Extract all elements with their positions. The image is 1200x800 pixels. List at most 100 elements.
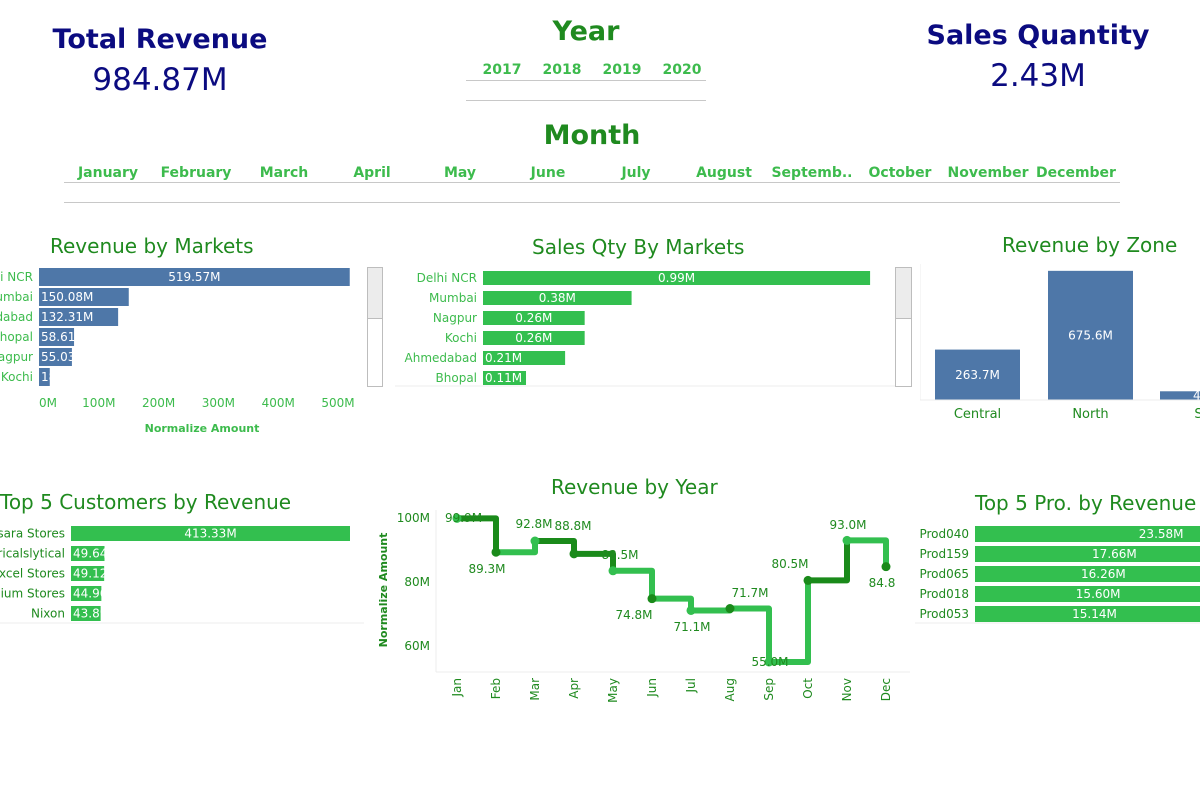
qty-markets-scrollbar[interactable] bbox=[895, 267, 912, 387]
top-customers-chart: sara Stores 413.33M ricalslytical 49.64 Exce… bbox=[0, 526, 364, 624]
revenue-markets-category-label: dabad bbox=[0, 310, 33, 324]
month-filter-october[interactable]: October bbox=[856, 165, 944, 181]
revenue-markets-data-label: 132.31M bbox=[41, 310, 93, 324]
top-customers-category-label: sara Stores bbox=[0, 527, 65, 541]
top-products-category-label: Prod159 bbox=[919, 547, 969, 561]
top-products-category-label: Prod018 bbox=[919, 587, 969, 601]
revenue-year-data-label: 84.8 bbox=[869, 576, 896, 590]
month-filter-february[interactable]: February bbox=[152, 165, 240, 181]
revenue-year-step-segment bbox=[847, 537, 889, 567]
revenue-markets-data-label: 519.57M bbox=[168, 270, 220, 284]
year-filter-bottom-line bbox=[466, 100, 706, 101]
top-customers-data-label: 43.89 bbox=[73, 607, 107, 621]
month-filter-march[interactable]: March bbox=[240, 165, 328, 181]
qty-markets-scroll-thumb[interactable] bbox=[896, 268, 911, 319]
qty-markets-data-label: 0.38M bbox=[539, 291, 576, 305]
top-products-data-label: 15.14M bbox=[1072, 607, 1117, 621]
revenue-year-y-tick-label: 100M bbox=[397, 511, 430, 525]
revenue-year-x-tick-label: Apr bbox=[567, 678, 581, 699]
top-customers-category-label: Nixon bbox=[31, 607, 65, 621]
year-filter-2020[interactable]: 2020 bbox=[652, 62, 712, 78]
top-customers-title: Top 5 Customers by Revenue bbox=[0, 490, 292, 514]
revenue-markets-data-label: 58.61M bbox=[41, 330, 86, 344]
revenue-year-y-tick-label: 60M bbox=[404, 639, 430, 653]
revenue-zone-category-label: Central bbox=[954, 407, 1001, 422]
top-products-category-label: Prod040 bbox=[919, 527, 969, 541]
top-customers-data-label: 49.64 bbox=[73, 547, 107, 561]
qty-markets-category-label: Bhopal bbox=[436, 371, 477, 385]
revenue-year-point bbox=[647, 594, 657, 604]
revenue-year-y-axis-label: Normalize Amount bbox=[377, 533, 390, 648]
revenue-year-data-label: 83.5M bbox=[601, 548, 638, 562]
year-filter-2018[interactable]: 2018 bbox=[532, 62, 592, 78]
total-revenue-value: 984.87M bbox=[92, 62, 228, 98]
year-filter: 2017 2018 2019 2020 bbox=[472, 62, 712, 78]
revenue-year-point bbox=[491, 547, 501, 557]
revenue-year-x-tick-label: Sep bbox=[762, 678, 776, 701]
revenue-year-x-tick-label: Jun bbox=[645, 678, 659, 698]
revenue-markets-category-label: umbai bbox=[0, 290, 33, 304]
revenue-year-data-label: 71.7M bbox=[731, 586, 768, 600]
qty-markets-data-label: 0.26M bbox=[515, 311, 552, 325]
revenue-markets-x-axis-label: Normalize Amount bbox=[145, 422, 260, 435]
revenue-year-data-label: 55.0M bbox=[751, 655, 788, 669]
qty-markets-category-label: Delhi NCR bbox=[417, 271, 477, 285]
revenue-year-point bbox=[725, 604, 735, 614]
revenue-year-y-tick-label: 80M bbox=[404, 575, 430, 589]
year-filter-2019[interactable]: 2019 bbox=[592, 62, 652, 78]
revenue-year-data-label: 99.9M bbox=[445, 511, 482, 525]
top-customers-category-label: nium Stores bbox=[0, 587, 65, 601]
revenue-zone-category-label: So bbox=[1194, 407, 1200, 422]
revenue-year-step-segment bbox=[535, 538, 577, 554]
top-products-data-label: 15.60M bbox=[1076, 587, 1121, 601]
top-products-data-label: 16.26M bbox=[1081, 567, 1126, 581]
revenue-year-chart: 100M 80M 60M Normalize Amount 99.9M 89.3M 92.8… bbox=[377, 510, 910, 703]
top-customers-category-label: ricalslytical bbox=[0, 547, 65, 561]
qty-markets-category-label: Kochi bbox=[445, 331, 477, 345]
revenue-markets-data-label: 55.03M bbox=[41, 350, 86, 364]
top-products-bar bbox=[975, 546, 1200, 562]
revenue-markets-x-tick-label: 400M bbox=[262, 396, 295, 410]
revenue-year-x-tick-label: Dec bbox=[879, 678, 893, 701]
month-filter-april[interactable]: April bbox=[328, 165, 416, 181]
year-filter-2017[interactable]: 2017 bbox=[472, 62, 532, 78]
revenue-markets-x-tick-label: 500M bbox=[321, 396, 354, 410]
month-filter-december[interactable]: December bbox=[1032, 165, 1120, 181]
qty-markets-chart: Delhi NCR 0.99M Mumbai 0.38M Nagpur 0.26M Koch… bbox=[395, 271, 895, 387]
revenue-zone-data-label: 263.7M bbox=[955, 368, 1000, 382]
month-filter-july[interactable]: July bbox=[592, 165, 680, 181]
revenue-year-point bbox=[686, 605, 696, 615]
qty-markets-data-label: 0.26M bbox=[515, 331, 552, 345]
revenue-year-point bbox=[842, 535, 852, 545]
total-revenue-title: Total Revenue bbox=[52, 24, 268, 55]
month-filter-june[interactable]: June bbox=[504, 165, 592, 181]
revenue-year-x-tick-label: Jan bbox=[450, 678, 464, 698]
revenue-year-step-segment bbox=[652, 595, 694, 611]
month-filter-may[interactable]: May bbox=[416, 165, 504, 181]
month-filter-underline bbox=[64, 182, 1120, 183]
revenue-year-point bbox=[881, 562, 891, 572]
month-filter-august[interactable]: August bbox=[680, 165, 768, 181]
revenue-year-x-tick-label: Nov bbox=[840, 678, 854, 701]
revenue-year-step-segment bbox=[808, 540, 850, 584]
revenue-markets-chart: hi NCR 519.57M umbai 150.08M dabad 132.31M hop… bbox=[0, 268, 355, 435]
revenue-markets-scroll-thumb[interactable] bbox=[368, 268, 382, 319]
month-filter-bottom-line bbox=[64, 202, 1120, 203]
month-filter: January February March April May June Ju… bbox=[64, 165, 1120, 181]
revenue-markets-x-tick-label: 300M bbox=[202, 396, 235, 410]
revenue-year-step-segment bbox=[769, 580, 811, 665]
revenue-year-data-label: 80.5M bbox=[771, 557, 808, 571]
revenue-markets-x-tick-label: 200M bbox=[142, 396, 175, 410]
revenue-year-data-label: 92.8M bbox=[515, 517, 552, 531]
revenue-zone-data-label: 675.6M bbox=[1068, 328, 1113, 342]
revenue-year-step-segment bbox=[613, 567, 655, 599]
revenue-markets-data-label: 150.08M bbox=[41, 290, 93, 304]
month-filter-january[interactable]: January bbox=[64, 165, 152, 181]
month-filter-november[interactable]: November bbox=[944, 165, 1032, 181]
revenue-year-x-tick-label: Feb bbox=[489, 678, 503, 699]
revenue-markets-scrollbar[interactable] bbox=[367, 267, 383, 387]
top-customers-data-label: 49.12 bbox=[73, 567, 107, 581]
month-filter-september[interactable]: Septemb.. bbox=[768, 165, 856, 181]
revenue-year-point bbox=[803, 575, 813, 585]
revenue-markets-x-tick-label: 100M bbox=[82, 396, 115, 410]
